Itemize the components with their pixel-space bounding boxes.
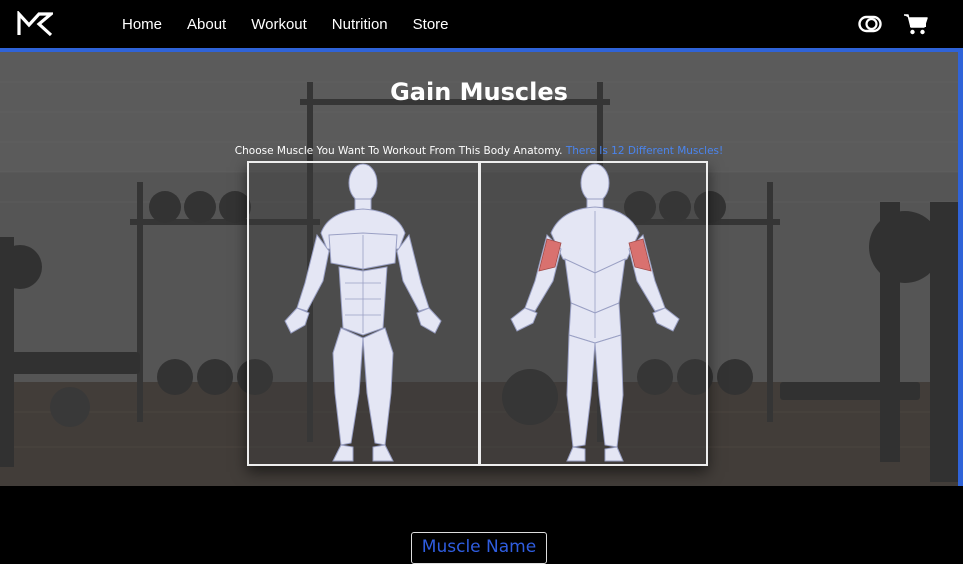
front-right-foot	[372, 444, 394, 462]
back-body-diagram[interactable]	[481, 163, 710, 464]
back-left-hand	[510, 307, 538, 332]
nav-about[interactable]: About	[187, 16, 226, 33]
front-right-arm[interactable]	[396, 233, 430, 312]
logo-icon[interactable]	[17, 11, 53, 37]
back-right-foot	[604, 446, 624, 462]
page-title: Gain Muscles	[390, 78, 568, 106]
toggle-icon[interactable]	[858, 15, 882, 33]
anatomy-box	[247, 161, 708, 466]
back-right-hand	[652, 307, 680, 332]
nav-home[interactable]: Home	[122, 16, 162, 33]
hero-section: Gain Muscles Choose Muscle You Want To W…	[0, 52, 958, 486]
front-body-diagram[interactable]	[249, 163, 478, 464]
front-head	[348, 163, 378, 203]
hero-subtitle: Choose Muscle You Want To Workout From T…	[0, 145, 958, 157]
front-right-hand	[416, 307, 442, 334]
front-right-leg[interactable]	[362, 327, 394, 446]
nav-links: Home About Workout Nutrition Store	[122, 0, 474, 48]
back-right-leg[interactable]	[594, 334, 624, 448]
nav-store[interactable]: Store	[413, 16, 449, 33]
front-left-arm[interactable]	[296, 233, 330, 312]
nav-nutrition[interactable]: Nutrition	[332, 16, 388, 33]
back-head	[580, 163, 610, 203]
front-left-hand	[284, 307, 310, 334]
navbar: Home About Workout Nutrition Store	[0, 0, 963, 48]
back-left-foot	[566, 446, 586, 462]
front-left-foot	[332, 444, 354, 462]
cart-icon[interactable]	[904, 13, 928, 35]
right-accent-bar	[958, 48, 963, 486]
subtitle-text: Choose Muscle You Want To Workout From T…	[234, 145, 563, 157]
muscle-name-label: Muscle Name	[411, 532, 547, 564]
nav-workout[interactable]: Workout	[251, 16, 307, 33]
front-left-leg[interactable]	[332, 327, 364, 446]
back-left-leg[interactable]	[566, 334, 596, 448]
subtitle-highlight: There Is 12 Different Muscles!	[565, 145, 724, 157]
